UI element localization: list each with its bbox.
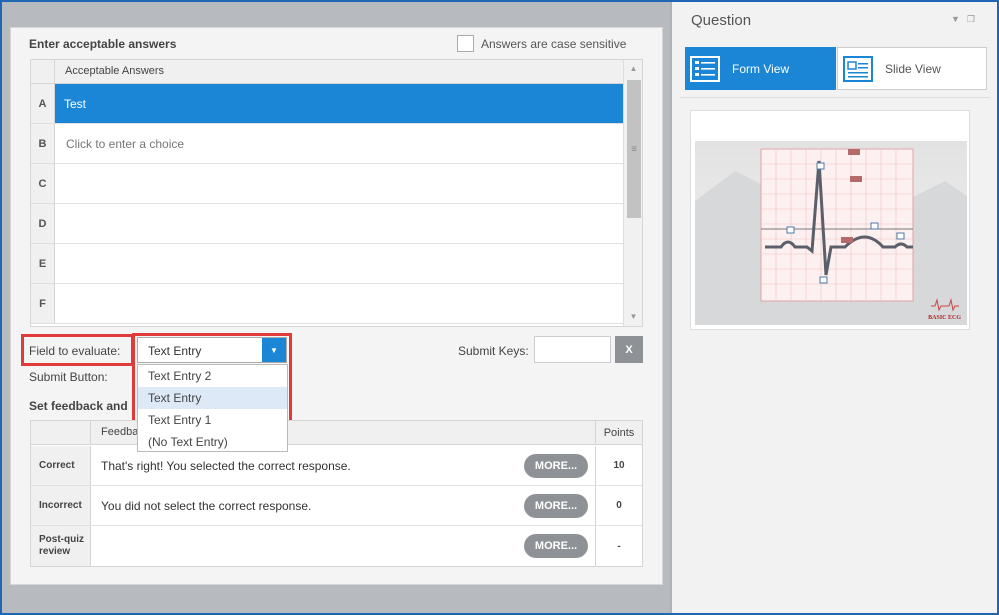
answer-row-f[interactable]: F bbox=[31, 284, 623, 324]
answers-header: Acceptable Answers bbox=[31, 60, 623, 84]
feedback-row-label: Post-quiz review bbox=[31, 526, 91, 566]
answer-letter: C bbox=[31, 164, 55, 203]
points-value[interactable]: 10 bbox=[595, 446, 642, 485]
feedback-row-label: Incorrect bbox=[31, 486, 91, 525]
submit-keys-label: Submit Keys: bbox=[458, 344, 529, 358]
selected-field: Text Entry bbox=[148, 344, 202, 358]
field-option[interactable]: Text Entry 2 bbox=[138, 365, 287, 387]
case-sensitive-checkbox[interactable] bbox=[457, 35, 474, 52]
chevron-down-icon[interactable]: ▼ bbox=[262, 338, 286, 362]
feedback-row-label: Correct bbox=[31, 446, 91, 485]
clear-keys-button[interactable]: X bbox=[615, 336, 643, 363]
answer-cell[interactable]: Click to enter a choice bbox=[55, 124, 623, 163]
more-button[interactable]: MORE... bbox=[524, 454, 588, 478]
points-value[interactable]: 0 bbox=[595, 486, 642, 525]
slide-view-icon bbox=[843, 55, 873, 82]
points-value: - bbox=[595, 526, 642, 566]
question-panel: Question ▼ ❐ Form View Slide View BASIC … bbox=[672, 2, 997, 613]
scroll-down-icon[interactable]: ▼ bbox=[624, 308, 642, 324]
slide-view-label: Slide View bbox=[885, 61, 941, 76]
case-sensitive-option[interactable]: Answers are case sensitive bbox=[457, 35, 626, 52]
submit-button-label: Submit Button: bbox=[29, 370, 108, 384]
scroll-thumb[interactable]: ≡ bbox=[627, 80, 641, 218]
answer-row-c[interactable]: C bbox=[31, 164, 623, 204]
acceptable-answers-grid: Acceptable Answers A Test B Click to ent… bbox=[30, 59, 643, 327]
answer-row-b[interactable]: B Click to enter a choice bbox=[31, 124, 623, 164]
panel-divider bbox=[680, 97, 990, 98]
field-options-list: Text Entry 2 Text Entry Text Entry 1 (No… bbox=[137, 364, 288, 452]
more-button[interactable]: MORE... bbox=[524, 534, 588, 558]
answers-section-title: Enter acceptable answers bbox=[29, 37, 177, 51]
feedback-row-review: Post-quiz review MORE... - bbox=[31, 526, 642, 566]
answer-letter: B bbox=[31, 124, 55, 163]
answer-cell[interactable]: Test bbox=[55, 84, 623, 123]
feedback-header-corner bbox=[31, 421, 91, 445]
case-sensitive-label: Answers are case sensitive bbox=[481, 36, 627, 51]
answer-letter: D bbox=[31, 204, 55, 243]
field-option[interactable]: Text Entry bbox=[138, 387, 287, 409]
answer-row-d[interactable]: D bbox=[31, 204, 623, 244]
answer-cell[interactable] bbox=[55, 244, 623, 283]
field-to-evaluate-select[interactable]: Text Entry ▼ bbox=[137, 337, 287, 363]
answer-cell[interactable] bbox=[55, 164, 623, 203]
list-view-icon bbox=[690, 55, 720, 82]
field-option[interactable]: Text Entry 1 bbox=[138, 409, 287, 431]
slide-preview-image: BASIC ECG bbox=[695, 141, 967, 325]
points-column-header: Points bbox=[595, 421, 642, 445]
answer-letter: E bbox=[31, 244, 55, 283]
restore-window-icon[interactable]: ❐ bbox=[967, 14, 975, 25]
feedback-row-correct: Correct That's right! You selected the c… bbox=[31, 446, 642, 486]
answers-column-header: Acceptable Answers bbox=[65, 65, 165, 77]
answer-row-a[interactable]: A Test bbox=[31, 84, 623, 124]
more-button[interactable]: MORE... bbox=[524, 494, 588, 518]
answer-row-e[interactable]: E bbox=[31, 244, 623, 284]
form-view-button[interactable]: Form View bbox=[685, 47, 836, 90]
answer-letter: A bbox=[31, 84, 55, 123]
answers-scrollbar[interactable]: ▲ ≡ ▼ bbox=[623, 60, 642, 326]
feedback-table: Feedback Points Correct That's right! Yo… bbox=[30, 420, 643, 567]
answer-letter: F bbox=[31, 284, 55, 323]
submit-keys-input[interactable] bbox=[534, 336, 611, 363]
form-view-label: Form View bbox=[732, 61, 790, 76]
feedback-text[interactable]: You did not select the correct response. bbox=[101, 486, 311, 525]
slide-thumbnail[interactable]: BASIC ECG bbox=[690, 110, 970, 330]
answer-cell[interactable] bbox=[55, 204, 623, 243]
answers-header-corner bbox=[31, 60, 55, 84]
slide-logo: BASIC ECG bbox=[928, 315, 961, 321]
panel-controls: ▼ ❐ bbox=[951, 14, 975, 25]
field-option[interactable]: (No Text Entry) bbox=[138, 431, 287, 453]
panel-menu-icon[interactable]: ▼ bbox=[951, 14, 960, 25]
grip-icon: ≡ bbox=[631, 143, 637, 155]
field-to-evaluate-label: Field to evaluate: bbox=[29, 344, 121, 358]
scroll-up-icon[interactable]: ▲ bbox=[624, 60, 642, 76]
slide-view-button[interactable]: Slide View bbox=[837, 47, 987, 90]
question-panel-title: Question bbox=[691, 12, 752, 29]
feedback-header: Feedback Points bbox=[31, 421, 642, 445]
answer-cell[interactable] bbox=[55, 284, 623, 323]
feedback-section-title: Set feedback and bbox=[29, 399, 128, 413]
feedback-row-incorrect: Incorrect You did not select the correct… bbox=[31, 486, 642, 526]
